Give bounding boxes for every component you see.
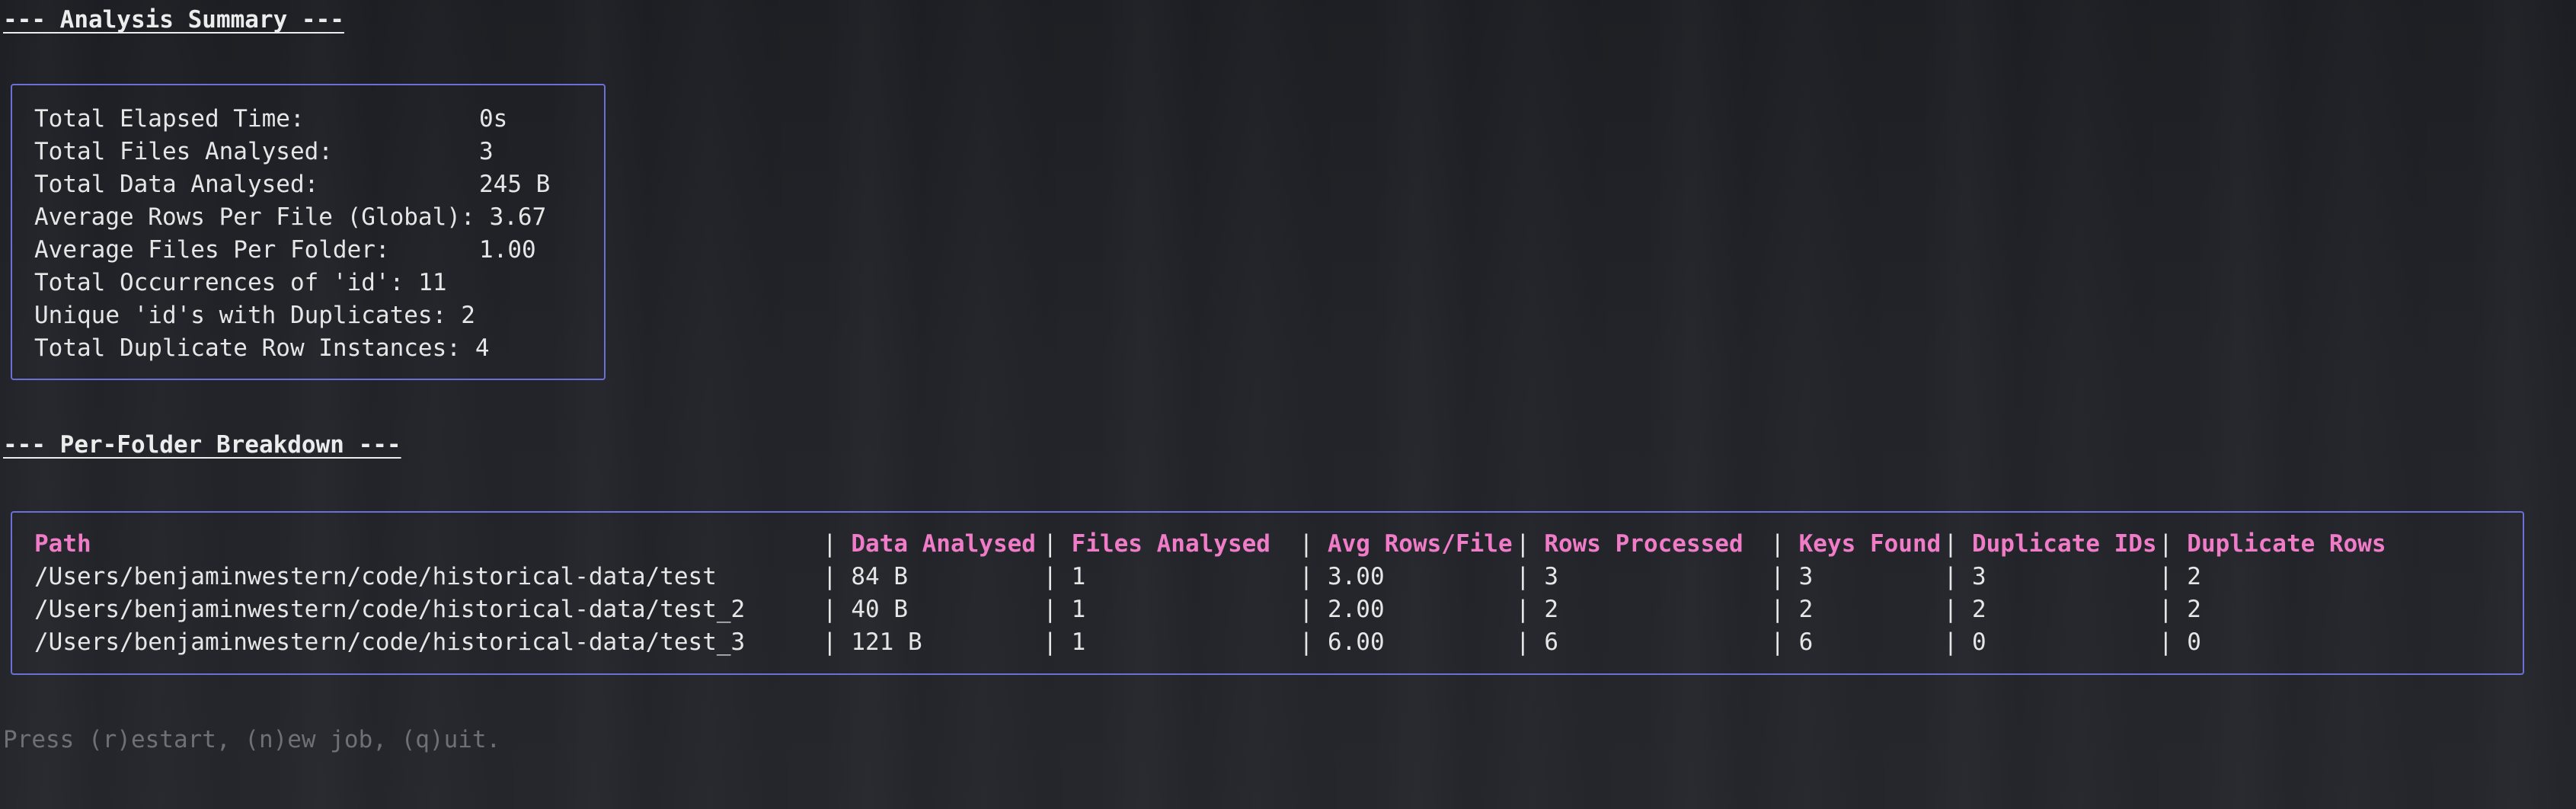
table-cell: 2.00 — [1327, 596, 1385, 623]
summary-row: Unique 'id's with Duplicates: 2 — [34, 299, 550, 332]
table-cell: 3.00 — [1327, 563, 1385, 590]
table-cell: /Users/benjaminwestern/code/historical-d… — [34, 628, 746, 656]
summary-label: Total Data Analysed: — [34, 171, 319, 198]
column-separator: | — [823, 628, 852, 656]
summary-value: 0s — [479, 105, 508, 133]
breakdown-table-panel: Path | Data Analysed | Files Analysed | Avg… — [11, 511, 2524, 675]
column-separator: | — [1043, 628, 1072, 656]
column-separator: | — [2158, 628, 2188, 656]
table-cell: 1 — [1071, 628, 1086, 656]
column-header: Duplicate IDs — [1971, 530, 2157, 558]
summary-row: Average Rows Per File (Global): 3.67 — [34, 201, 550, 234]
per-folder-breakdown-heading: --- Per-Folder Breakdown --- — [3, 431, 401, 459]
column-separator: | — [2158, 563, 2188, 590]
column-separator: | — [1770, 596, 1799, 623]
column-separator: | — [1943, 530, 1972, 558]
column-separator: | — [1043, 530, 1072, 558]
column-separator: | — [1515, 563, 1545, 590]
analysis-summary-heading: --- Analysis Summary --- — [3, 6, 344, 34]
table-cell: 2 — [1544, 596, 1558, 623]
table-cell: 6 — [1798, 628, 1814, 656]
summary-panel: Total Elapsed Time: 0s Total Files Analyse… — [11, 84, 606, 380]
summary-label: Unique 'id's with Duplicates: — [34, 302, 447, 329]
table-cell: /Users/benjaminwestern/code/historical-d… — [34, 596, 746, 623]
table-cell: 121 B — [851, 628, 922, 656]
column-separator: | — [1770, 563, 1799, 590]
column-separator: | — [823, 596, 852, 623]
table-cell: 84 B — [851, 563, 908, 590]
column-separator: | — [1515, 596, 1545, 623]
summary-label: Total Occurrences of 'id': — [34, 269, 404, 296]
column-header: Duplicate Rows — [2187, 530, 2386, 558]
table-cell: 1 — [1071, 596, 1086, 623]
keyboard-hint: Press (r)estart, (n)ew job, (q)uit. — [3, 726, 501, 753]
summary-value: 11 — [418, 269, 447, 296]
table-cell: 3 — [1544, 563, 1558, 590]
summary-value: 2 — [461, 302, 475, 329]
table-cell: 3 — [1971, 563, 1986, 590]
summary-row: Total Duplicate Row Instances: 4 — [34, 332, 550, 365]
table-row: /Users/benjaminwestern/code/historical-d… — [34, 561, 2402, 593]
summary-label: Total Duplicate Row Instances: — [34, 334, 461, 362]
table-cell: 40 B — [851, 596, 908, 623]
column-separator: | — [1515, 628, 1545, 656]
table-cell: 0 — [1971, 628, 1986, 656]
column-separator: | — [1043, 596, 1072, 623]
column-separator: | — [823, 530, 852, 558]
summary-row: Total Files Analysed: 3 — [34, 136, 550, 168]
column-separator: | — [1770, 530, 1799, 558]
summary-label: Total Elapsed Time: — [34, 105, 305, 133]
table-cell: 2 — [1971, 596, 1986, 623]
column-separator: | — [1943, 596, 1972, 623]
column-header: Keys Found — [1798, 530, 1942, 558]
column-separator: | — [1043, 563, 1072, 590]
table-cell: 0 — [2187, 628, 2201, 656]
column-separator: | — [1299, 563, 1328, 590]
column-separator: | — [1943, 628, 1972, 656]
summary-row: Total Data Analysed: 245 B — [34, 168, 550, 201]
table-cell: 2 — [1798, 596, 1814, 623]
summary-label: Total Files Analysed: — [34, 138, 333, 165]
column-separator: | — [823, 563, 852, 590]
column-header: Rows Processed — [1544, 530, 1743, 558]
table-cell: 1 — [1071, 563, 1086, 590]
summary-row: Total Occurrences of 'id': 11 — [34, 267, 550, 299]
table-cell: /Users/benjaminwestern/code/historical-d… — [34, 563, 717, 590]
column-separator: | — [1943, 563, 1972, 590]
table-cell: 2 — [2187, 563, 2201, 590]
table-cell: 6 — [1544, 628, 1558, 656]
summary-value: 245 B — [479, 171, 551, 198]
column-separator: | — [1299, 596, 1328, 623]
summary-value: 4 — [475, 334, 490, 362]
summary-value: 3.67 — [489, 203, 547, 231]
summary-row: Average Files Per Folder: 1.00 — [34, 234, 550, 267]
summary-row: Total Elapsed Time: 0s — [34, 103, 550, 136]
summary-list: Total Elapsed Time: 0s Total Files Analyse… — [34, 103, 550, 365]
table-cell: 2 — [2187, 596, 2201, 623]
column-header: Path — [34, 530, 91, 558]
summary-value: 1.00 — [479, 236, 536, 264]
table-cell: 3 — [1798, 563, 1814, 590]
column-separator: | — [2158, 596, 2188, 623]
summary-label: Average Rows Per File (Global): — [34, 203, 475, 231]
table-header-row: Path | Data Analysed | Files Analysed | Avg… — [34, 528, 2402, 561]
column-separator: | — [1299, 530, 1328, 558]
column-header: Files Analysed — [1071, 530, 1270, 558]
column-separator: | — [1299, 628, 1328, 656]
column-separator: | — [1770, 628, 1799, 656]
breakdown-table: Path | Data Analysed | Files Analysed | Avg… — [34, 528, 2402, 659]
table-row: /Users/benjaminwestern/code/historical-d… — [34, 593, 2402, 626]
column-header: Data Analysed — [851, 530, 1036, 558]
summary-label: Average Files Per Folder: — [34, 236, 390, 264]
table-cell: 6.00 — [1327, 628, 1385, 656]
column-header: Avg Rows/File — [1327, 530, 1513, 558]
table-row: /Users/benjaminwestern/code/historical-d… — [34, 626, 2402, 659]
column-separator: | — [2158, 530, 2188, 558]
column-separator: | — [1515, 530, 1545, 558]
summary-value: 3 — [479, 138, 494, 165]
